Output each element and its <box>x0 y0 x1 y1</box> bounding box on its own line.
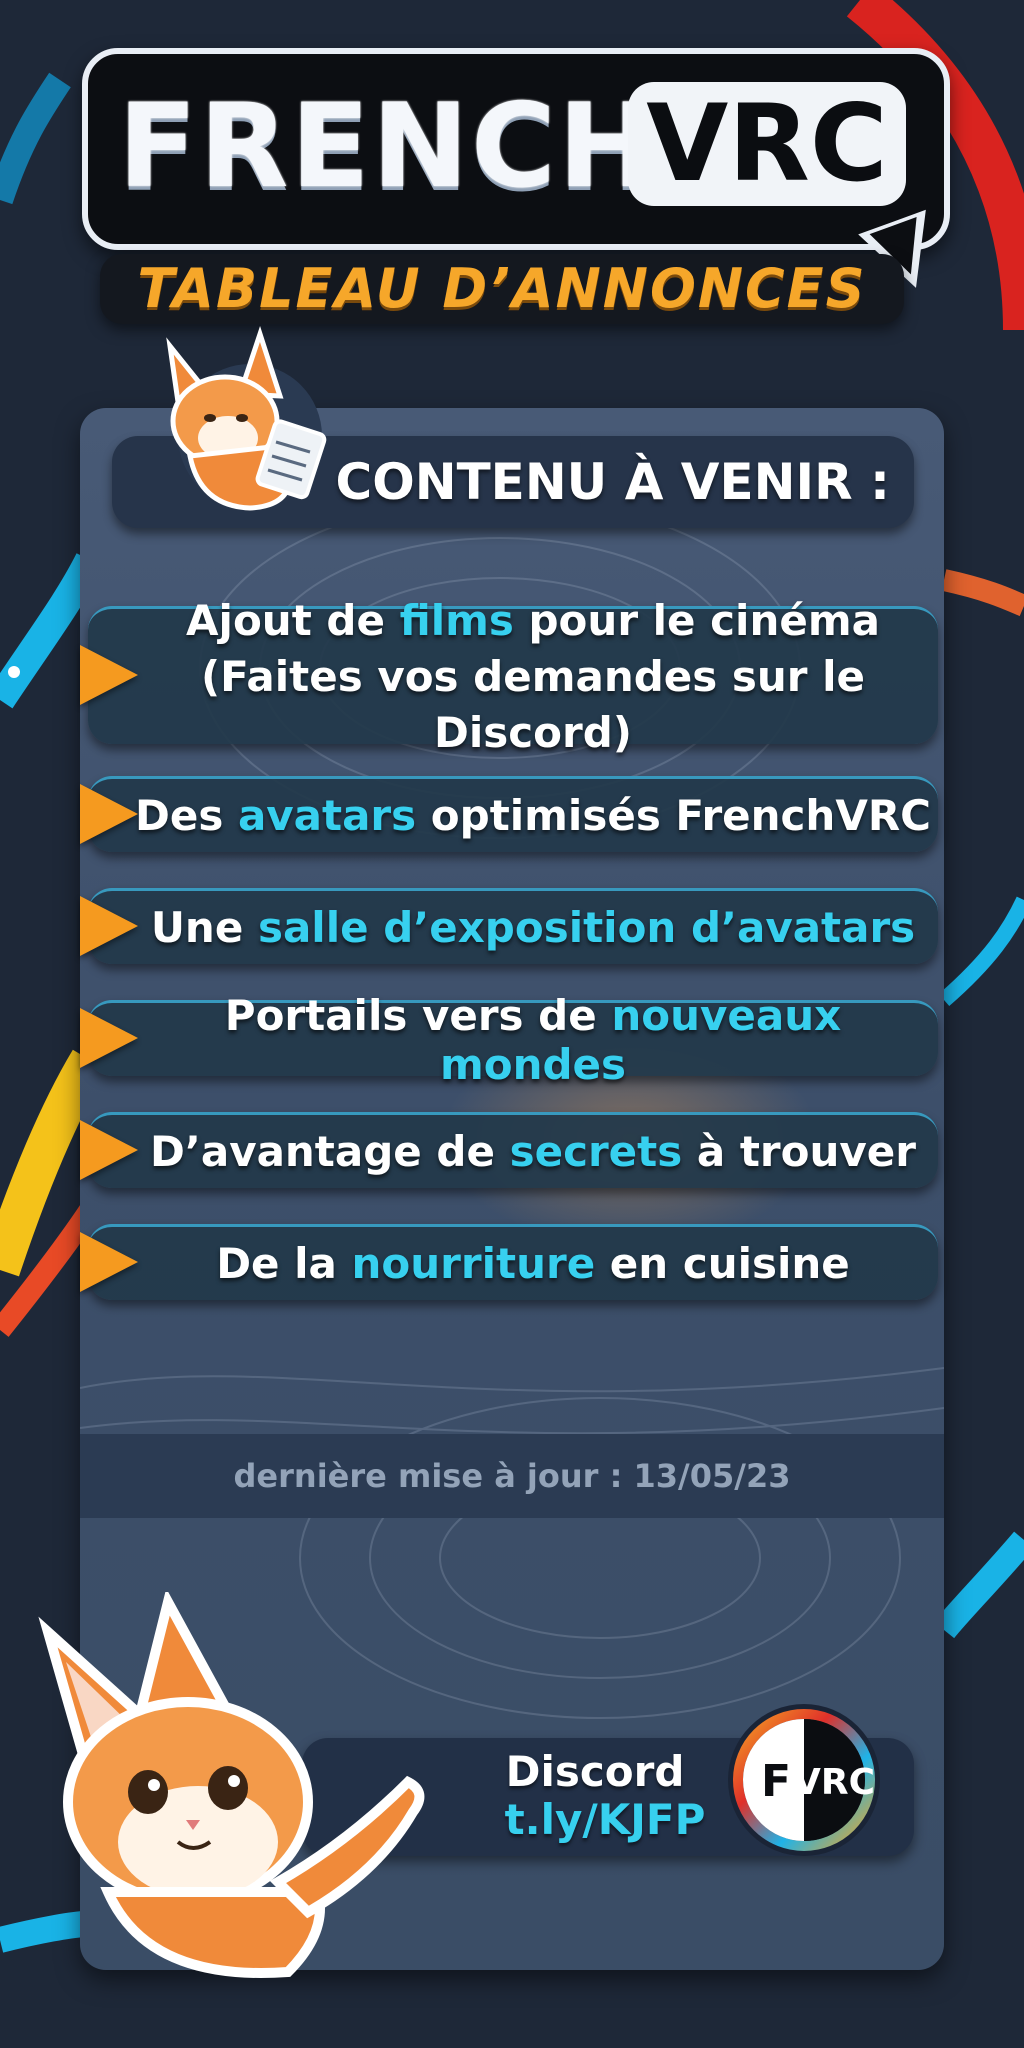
play-arrow-icon <box>80 645 138 705</box>
play-arrow-icon <box>80 784 138 844</box>
discord-link[interactable]: t.ly/KJFP <box>480 1792 730 1848</box>
list-item-films: Ajout de films pour le cinéma (Faites vo… <box>88 596 938 757</box>
logo-letter: F <box>761 1756 791 1807</box>
fvrc-logo-icon: F VRC <box>728 1704 880 1856</box>
fox-mascot-notepad-icon <box>166 326 327 511</box>
list-item-portals: Portails vers de nouveaux mondes <box>88 991 938 1089</box>
brand-badge: VRC <box>628 82 906 206</box>
section-title: CONTENU À VENIR : <box>335 453 890 511</box>
list-item-exhibition: Une salle d’exposition d’avatars <box>88 888 938 964</box>
play-arrow-icon <box>80 1120 138 1180</box>
play-arrow-icon <box>80 896 138 956</box>
fox-mascot-pointing-icon <box>38 1592 425 1978</box>
list-item-food: De la nourriture en cuisine <box>88 1224 938 1300</box>
brand-title: FRENCH <box>118 79 658 214</box>
list-item-avatars: Des avatars optimisés FrenchVRC <box>88 776 938 852</box>
logo-text: VRC <box>793 1762 875 1803</box>
list-item-secrets: D’avantage de secrets à trouver <box>88 1112 938 1188</box>
play-arrow-icon <box>80 1232 138 1292</box>
last-update-text: dernière mise à jour : 13/05/23 <box>233 1457 791 1495</box>
discord-label: Discord <box>505 1747 685 1796</box>
page-subtitle: TABLEAU D’ANNONCES <box>137 257 867 320</box>
play-arrow-icon <box>80 1008 138 1068</box>
